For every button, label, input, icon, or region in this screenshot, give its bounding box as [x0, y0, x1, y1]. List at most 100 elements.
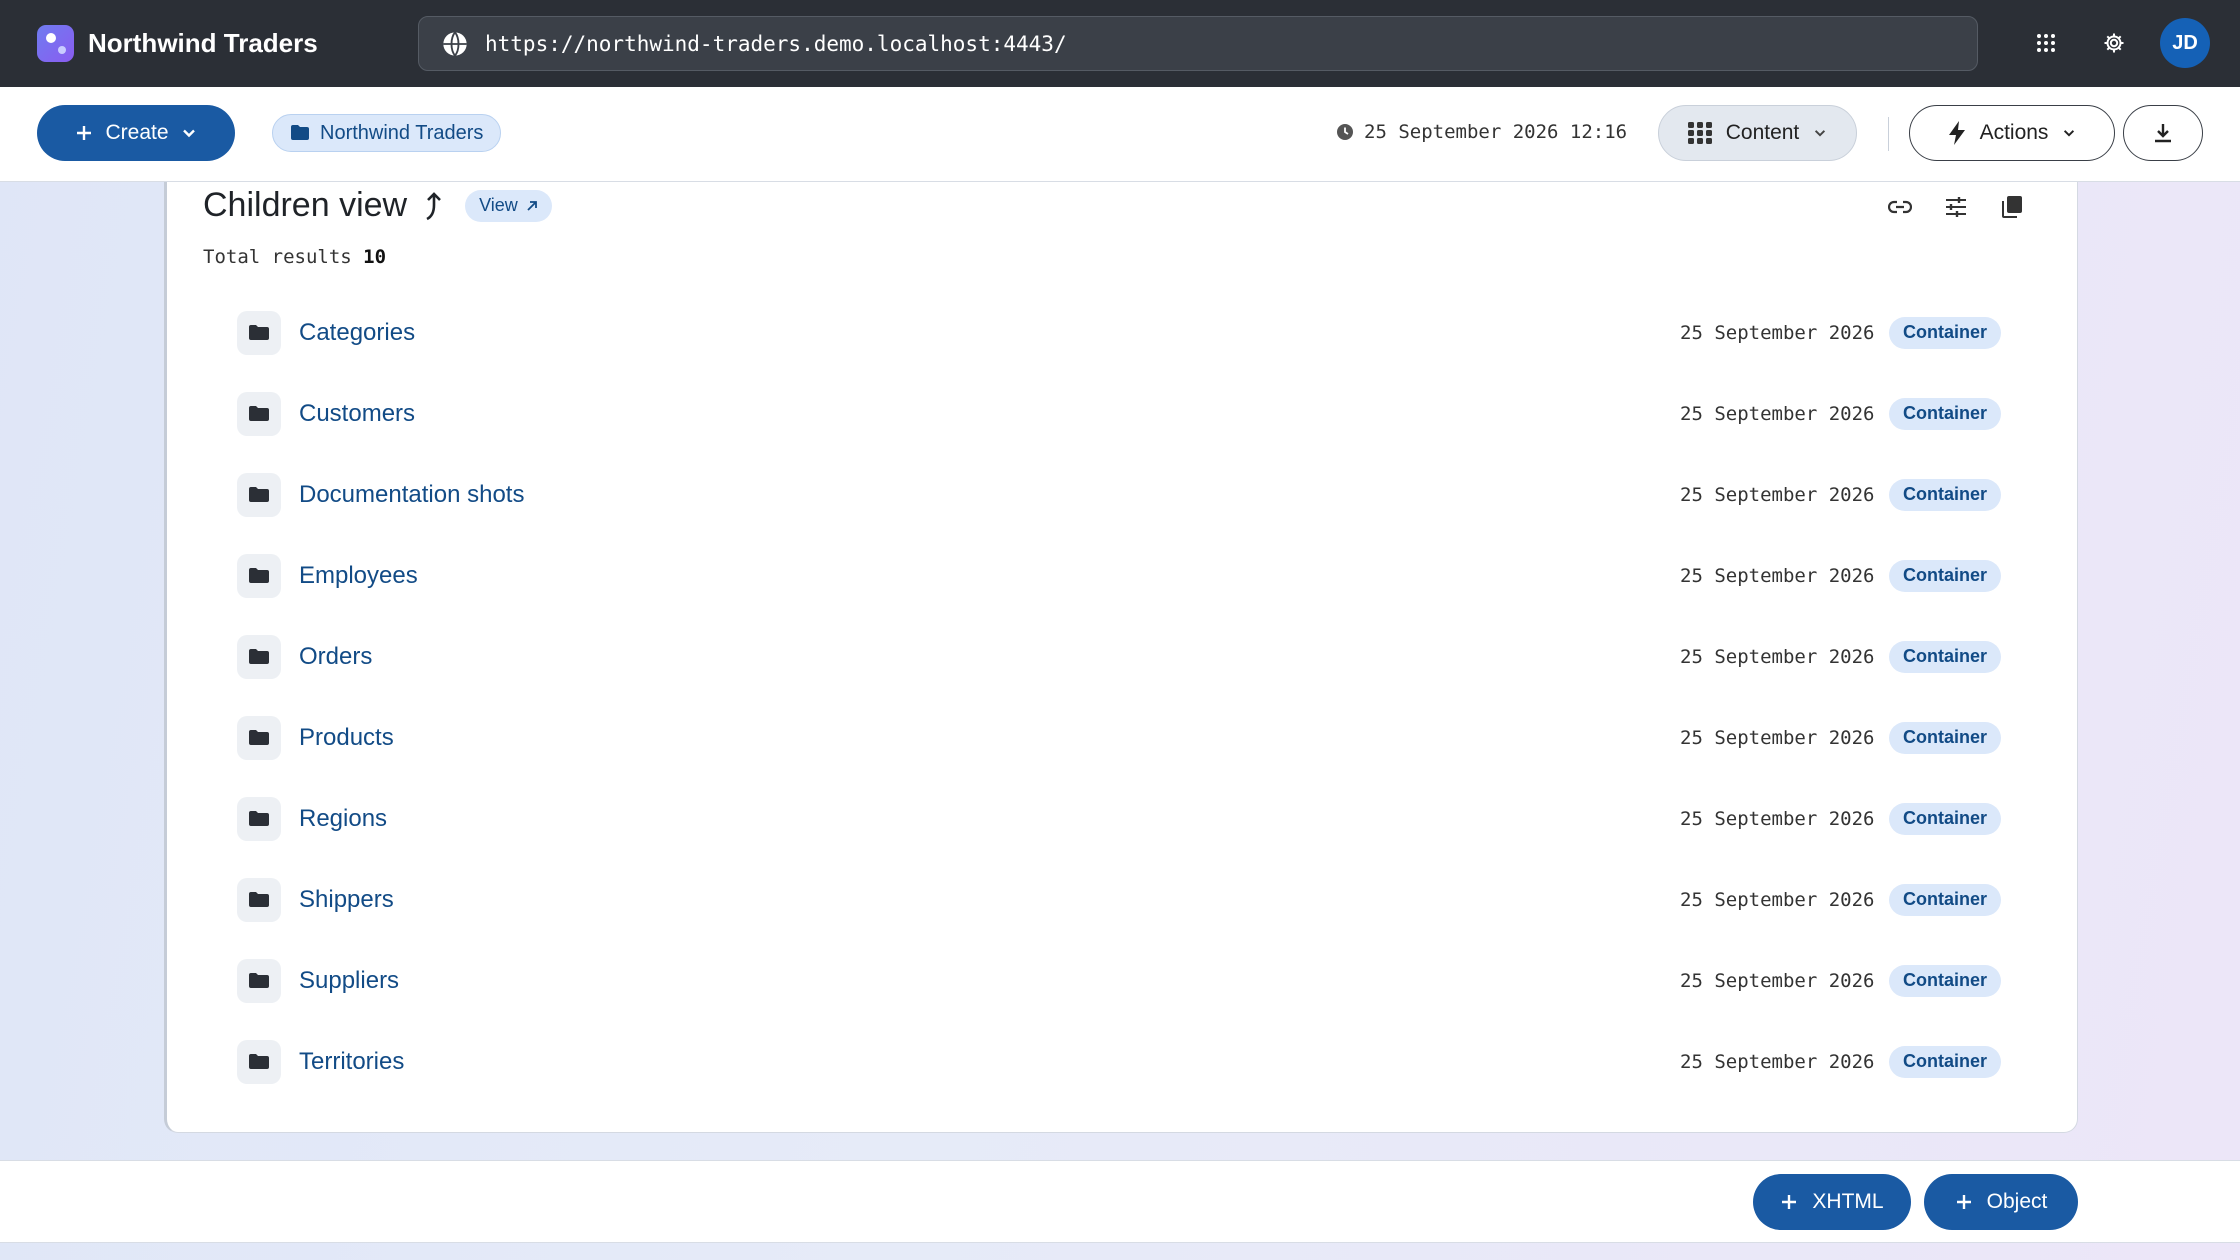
child-date: 25 September 2026 [1680, 321, 1875, 344]
folder-icon [237, 1039, 281, 1084]
folder-icon [237, 634, 281, 679]
address-bar[interactable] [418, 16, 1978, 71]
globe-icon [443, 31, 467, 56]
gear-icon[interactable] [2092, 21, 2136, 65]
child-link[interactable]: Categories [299, 319, 415, 347]
child-type-badge: Container [1889, 640, 2002, 673]
list-item: Territories 25 September 2026 Container [237, 1021, 2077, 1102]
actions-menu-button[interactable]: Actions [1909, 105, 2115, 161]
external-link-icon [527, 200, 537, 211]
timestamp-text: 25 September 2026 12:16 [1364, 121, 1628, 143]
plus-icon [1782, 1195, 1797, 1209]
total-results-count: 10 [363, 246, 387, 268]
plus-icon [77, 126, 92, 140]
child-type-badge: Container [1889, 721, 2002, 754]
create-button[interactable]: Create [37, 105, 235, 161]
child-date: 25 September 2026 [1680, 402, 1875, 425]
grid-icon [1687, 122, 1712, 144]
add-xhtml-button[interactable]: XHTML [1753, 1174, 1911, 1230]
folder-icon [237, 391, 281, 436]
child-link[interactable]: Documentation shots [299, 481, 524, 509]
chevron-down-icon [182, 129, 195, 138]
child-link[interactable]: Employees [299, 562, 418, 590]
folder-icon [237, 472, 281, 517]
folder-icon [291, 125, 309, 140]
view-badge[interactable]: View [465, 189, 552, 222]
child-type-badge: Container [1889, 316, 2002, 349]
child-date: 25 September 2026 [1680, 483, 1875, 506]
children-view-panel: Children view View Total results 10 Cate… [164, 182, 2078, 1133]
clock-icon [1337, 124, 1353, 140]
content-menu-button[interactable]: Content [1658, 105, 1857, 161]
child-type-badge: Container [1889, 802, 2002, 835]
app-name: Northwind Traders [88, 28, 318, 58]
child-link[interactable]: Suppliers [299, 967, 399, 995]
child-type-badge: Container [1889, 478, 2002, 511]
child-type-badge: Container [1889, 1045, 2002, 1078]
folder-icon [237, 877, 281, 922]
children-list: Categories 25 September 2026 Container C… [237, 292, 2077, 1102]
plus-icon [1956, 1195, 1971, 1209]
list-item: Documentation shots 25 September 2026 Co… [237, 454, 2077, 535]
list-item: Regions 25 September 2026 Container [237, 778, 2077, 859]
child-type-badge: Container [1889, 964, 2002, 997]
child-link[interactable]: Regions [299, 805, 387, 833]
folder-icon [237, 715, 281, 760]
list-item: Customers 25 September 2026 Container [237, 373, 2077, 454]
actions-label: Actions [1979, 121, 2049, 144]
link-icon[interactable] [1885, 192, 1915, 222]
child-link[interactable]: Customers [299, 400, 415, 428]
chevron-down-icon [1815, 130, 1826, 137]
download-icon [2155, 124, 2171, 143]
child-date: 25 September 2026 [1680, 645, 1875, 668]
download-button[interactable] [2123, 105, 2203, 161]
top-bar: Northwind Traders JD [0, 0, 2240, 87]
list-item: Orders 25 September 2026 Container [237, 616, 2077, 697]
child-type-badge: Container [1889, 883, 2002, 916]
total-results-label: Total results [203, 246, 352, 268]
chevron-down-icon [2064, 130, 2075, 137]
child-link[interactable]: Orders [299, 643, 372, 671]
child-type-badge: Container [1889, 559, 2002, 592]
copy-icon[interactable] [1997, 192, 2027, 222]
brand[interactable]: Northwind Traders [37, 25, 318, 62]
child-date: 25 September 2026 [1680, 888, 1875, 911]
child-date: 25 September 2026 [1680, 807, 1875, 830]
bottom-bar: XHTML Object [0, 1160, 2240, 1243]
user-avatar[interactable]: JD [2160, 18, 2210, 68]
lightning-icon [1948, 121, 1965, 145]
app-logo-icon [37, 25, 74, 62]
list-item: Employees 25 September 2026 Container [237, 535, 2077, 616]
add-xhtml-label: XHTML [1812, 1190, 1884, 1213]
list-item: Shippers 25 September 2026 Container [237, 859, 2077, 940]
add-object-button[interactable]: Object [1924, 1174, 2078, 1230]
toolbar: Create Northwind Traders 25 September 20… [0, 87, 2240, 182]
filter-sliders-icon[interactable] [1941, 192, 1971, 222]
child-link[interactable]: Shippers [299, 886, 394, 914]
list-item: Suppliers 25 September 2026 Container [237, 940, 2077, 1021]
folder-icon [237, 796, 281, 841]
folder-icon [237, 958, 281, 1003]
list-item: Categories 25 September 2026 Container [237, 292, 2077, 373]
content-label: Content [1725, 121, 1800, 144]
add-object-label: Object [1986, 1190, 2048, 1213]
child-date: 25 September 2026 [1680, 564, 1875, 587]
child-date: 25 September 2026 [1680, 969, 1875, 992]
child-date: 25 September 2026 [1680, 726, 1875, 749]
url-input[interactable] [485, 31, 1885, 56]
panel-header: Children view View [203, 186, 552, 225]
panel-title: Children view [203, 186, 408, 224]
create-label: Create [105, 121, 169, 144]
apps-grid-icon[interactable] [2024, 21, 2068, 65]
child-type-badge: Container [1889, 397, 2002, 430]
child-link[interactable]: Territories [299, 1048, 404, 1076]
list-item: Products 25 September 2026 Container [237, 697, 2077, 778]
breadcrumb-northwind-traders[interactable]: Northwind Traders [272, 114, 502, 152]
child-date: 25 September 2026 [1680, 1050, 1875, 1073]
folder-icon [237, 310, 281, 355]
child-link[interactable]: Products [299, 724, 394, 752]
arrow-up-icon[interactable] [421, 191, 447, 221]
total-results: Total results 10 [203, 246, 386, 268]
folder-icon [237, 553, 281, 598]
toolbar-divider [1888, 117, 1889, 151]
